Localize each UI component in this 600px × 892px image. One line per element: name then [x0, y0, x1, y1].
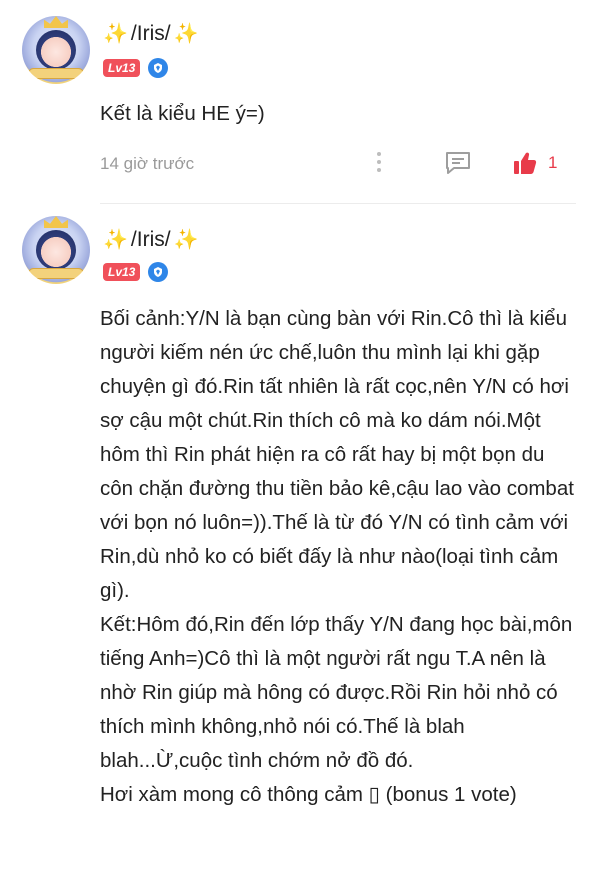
user-badges: Lv13	[103, 58, 169, 78]
level-badge: Lv13	[103, 59, 141, 77]
comment-text: Bối cảnh:Y/N là bạn cùng bàn với Rin.Cô …	[100, 302, 580, 812]
username-row[interactable]: ✨ /Iris/ ✨	[103, 22, 198, 46]
comment-paragraph: Hơi xàm mong cô thông cảm ▯ (bonus 1 vot…	[100, 783, 517, 806]
crown-decoration	[44, 16, 68, 28]
like-count: 1	[548, 153, 558, 172]
avatar-ribbon	[28, 268, 84, 279]
avatar[interactable]	[22, 16, 90, 84]
shield-badge-icon	[148, 262, 169, 282]
level-badge: Lv13	[103, 263, 141, 281]
comment-paragraph: Bối cảnh:Y/N là bạn cùng bàn với Rin.Cô …	[100, 307, 574, 602]
reply-comment-icon[interactable]	[444, 150, 472, 181]
comment-timestamp: 14 giờ trước	[100, 154, 195, 173]
thumbs-up-icon	[514, 152, 537, 174]
like-button[interactable]: 1	[512, 150, 557, 176]
username[interactable]: /Iris/	[131, 22, 171, 46]
avatar[interactable]	[22, 216, 90, 284]
user-badges: Lv13	[103, 262, 169, 282]
sparkle-icon: ✨	[173, 229, 199, 251]
crown-decoration	[44, 216, 68, 228]
sparkle-icon: ✨	[103, 23, 128, 45]
shield-badge-icon	[148, 58, 169, 78]
divider	[100, 203, 576, 204]
username-row[interactable]: ✨ /Iris/ ✨	[103, 228, 198, 252]
comment-paragraph: Kết:Hôm đó,Rin đến lớp thấy Y/N đang học…	[100, 613, 573, 772]
avatar-face	[36, 30, 76, 70]
sparkle-icon: ✨	[103, 229, 128, 251]
more-vertical-icon[interactable]	[376, 152, 382, 172]
comment-meta: 14 giờ trước 1	[100, 148, 576, 180]
avatar-face	[36, 230, 76, 270]
comment-text: Kết là kiểu HE ý=)	[100, 102, 265, 125]
username[interactable]: /Iris/	[131, 228, 171, 252]
sparkle-icon: ✨	[173, 23, 199, 45]
avatar-ribbon	[28, 68, 84, 79]
